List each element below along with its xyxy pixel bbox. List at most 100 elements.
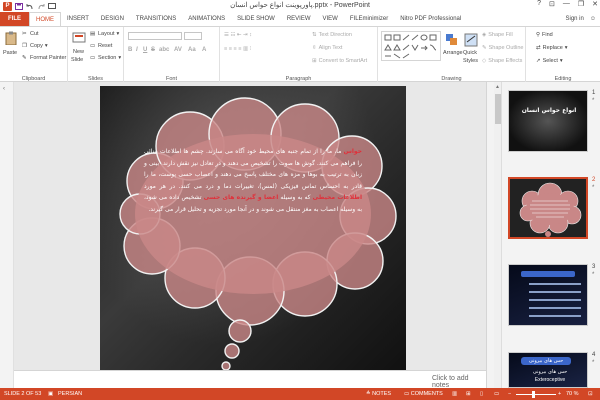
shadow-button[interactable]: abc <box>159 47 169 53</box>
reset-icon: ▭ <box>90 43 96 49</box>
arrange-button[interactable]: Arrange <box>443 50 463 56</box>
select-button[interactable]: ➚ Select ▾ <box>536 58 563 64</box>
align-icons[interactable]: ≡ ≡ ≡ ≡ ▥ ⁝ <box>224 46 251 52</box>
thumbnail-3-header <box>521 271 575 277</box>
convert-smartart-button[interactable]: ⊞ Convert to SmartArt <box>312 58 367 64</box>
bold-button[interactable]: B <box>128 47 132 53</box>
normal-view-icon[interactable]: ▥ <box>452 391 457 397</box>
notes-placeholder[interactable]: Click to add notes <box>432 375 486 389</box>
paste-button[interactable]: Paste <box>3 50 17 56</box>
comments-label: COMMENTS <box>410 391 443 397</box>
quick-styles-icon[interactable] <box>464 33 478 47</box>
layout-button[interactable]: ▤ Layout ▾ <box>90 31 119 37</box>
reading-view-icon[interactable]: ▯ <box>480 391 483 397</box>
slide-sorter-icon[interactable]: ⊞ <box>466 391 471 397</box>
new-slide-icon[interactable] <box>72 31 86 45</box>
slide-body-text[interactable]: حواس ما، ما را از تمام جنبه های محیط خود… <box>144 146 362 215</box>
tab-transitions[interactable]: TRANSITIONS <box>130 12 182 26</box>
select-label: Select <box>542 58 558 64</box>
help-button[interactable]: ? <box>537 0 541 8</box>
spellcheck-icon[interactable]: ▣ <box>48 391 53 397</box>
align-text-button[interactable]: ⇳ Align Text <box>312 45 342 51</box>
font-name-field[interactable] <box>128 32 182 40</box>
thumbnail-3-line <box>529 283 581 285</box>
minimize-button[interactable]: — <box>563 0 570 8</box>
format-painter-button[interactable]: ✎ Format Painter <box>22 55 66 61</box>
ribbon: Paste ✂ Cut ❐ Copy ▾ ✎ Format Painter Clipbo… <box>0 26 600 83</box>
thumbnail-slide-1[interactable]: انواع حواس انسان <box>508 90 588 152</box>
tab-fileminimizer[interactable]: FILEminimizer <box>344 12 394 26</box>
status-bar: SLIDE 2 OF 53 ▣ PERSIAN ≙ NOTES ▭ COMMEN… <box>0 388 600 400</box>
tab-slide-show[interactable]: SLIDE SHOW <box>231 12 281 26</box>
fit-slide-icon[interactable]: ⊡ <box>588 391 593 397</box>
tab-design[interactable]: DESIGN <box>95 12 130 26</box>
thumbnail-slide-4[interactable]: حس های بیرونی حس های بیرونی Exteroceptiv… <box>508 352 588 388</box>
shape-fill-button[interactable]: ◈ Shape Fill <box>482 32 513 38</box>
sign-in-link[interactable]: Sign in <box>566 12 584 26</box>
zoom-out-button[interactable]: − <box>508 391 511 397</box>
thumbnail-3-line <box>529 307 581 309</box>
ribbon-display-icon[interactable]: ⊡ <box>549 0 555 8</box>
zoom-slider[interactable] <box>516 394 556 395</box>
quick-styles-label[interactable]: Quick <box>463 50 477 56</box>
shape-effects-button[interactable]: ◇ Shape Effects <box>482 58 522 64</box>
thumbnail-1-star: * <box>592 98 595 104</box>
text-direction-button[interactable]: ⇅ Text Direction <box>312 32 352 38</box>
restore-button[interactable]: ❐ <box>578 0 584 8</box>
section-button[interactable]: ▭ Section ▾ <box>90 55 121 61</box>
paste-icon[interactable] <box>4 31 18 46</box>
shapes-gallery[interactable] <box>381 31 441 61</box>
ribbon-tabs: FILE HOME INSERT DESIGN TRANSITIONS ANIM… <box>0 12 600 26</box>
find-label: Find <box>542 32 553 38</box>
smartart-icon: ⊞ <box>312 58 317 64</box>
copy-button[interactable]: ❐ Copy ▾ <box>22 43 48 49</box>
thumbnails-scrollbar[interactable]: ▲ <box>494 82 502 388</box>
change-case-button[interactable]: Aa <box>188 47 196 53</box>
language-indicator[interactable]: PERSIAN <box>58 391 82 397</box>
zoom-level[interactable]: 70 % <box>566 391 579 397</box>
font-color-button[interactable]: A <box>202 47 206 53</box>
tab-home[interactable]: HOME <box>29 12 61 26</box>
tab-view[interactable]: VIEW <box>317 12 344 26</box>
comments-toggle[interactable]: ▭ COMMENTS <box>404 391 443 397</box>
text-direction-icon: ⇅ <box>312 32 317 38</box>
shape-outline-button[interactable]: ✎ Shape Outline <box>482 45 523 51</box>
thumbnail-slide-3[interactable] <box>508 264 588 326</box>
arrange-icon[interactable] <box>445 33 459 47</box>
cut-button[interactable]: ✂ Cut <box>22 31 39 37</box>
char-spacing-button[interactable]: AV <box>174 47 182 53</box>
copy-icon: ❐ <box>22 43 27 49</box>
scroll-up-icon[interactable]: ▲ <box>495 84 500 90</box>
tab-insert[interactable]: INSERT <box>61 12 95 26</box>
notes-toggle[interactable]: ≙ NOTES <box>366 391 391 397</box>
underline-button[interactable]: U <box>143 47 147 53</box>
zoom-slider-handle[interactable] <box>532 391 535 398</box>
quick-styles-label-2[interactable]: Styles <box>463 58 478 64</box>
cursor-icon: ➚ <box>536 58 541 64</box>
copy-label: Copy <box>30 43 43 49</box>
slide-counter: SLIDE 2 OF 53 <box>4 391 42 397</box>
zoom-in-button[interactable]: + <box>558 391 561 397</box>
strikethrough-button[interactable]: S <box>151 47 155 53</box>
tab-review[interactable]: REVIEW <box>281 12 317 26</box>
notes-pane[interactable]: Click to add notes <box>14 370 486 389</box>
reset-button[interactable]: ▭ Reset <box>90 43 112 49</box>
tab-nitro-pdf[interactable]: Nitro PDF Professional <box>394 12 467 26</box>
bullets-icon[interactable]: ☰ ☷ ⇤ ⇥ ↕ <box>224 32 252 38</box>
thumbnail-slide-2[interactable] <box>508 177 588 239</box>
thought-cloud-shape[interactable] <box>100 86 406 376</box>
new-slide-label-2[interactable]: Slide <box>71 57 83 63</box>
highlighted-term: اعضا و گیرنده های حسی <box>203 194 279 201</box>
find-button[interactable]: ⚲ Find <box>536 32 553 38</box>
italic-button[interactable]: I <box>136 47 138 53</box>
font-size-field[interactable] <box>184 32 202 40</box>
tab-file[interactable]: FILE <box>0 12 29 26</box>
new-slide-label[interactable]: New <box>73 49 84 55</box>
close-button[interactable]: ✕ <box>592 0 598 8</box>
tab-animations[interactable]: ANIMATIONS <box>182 12 231 26</box>
replace-button[interactable]: ⇄ Replace ▾ <box>536 45 568 51</box>
current-slide[interactable]: حواس ما، ما را از تمام جنبه های محیط خود… <box>100 86 406 376</box>
scrollbar-thumb[interactable] <box>495 94 501 124</box>
slideshow-view-icon[interactable]: ▭ <box>494 391 499 397</box>
expand-arrow-icon[interactable]: ‹ <box>3 86 5 92</box>
